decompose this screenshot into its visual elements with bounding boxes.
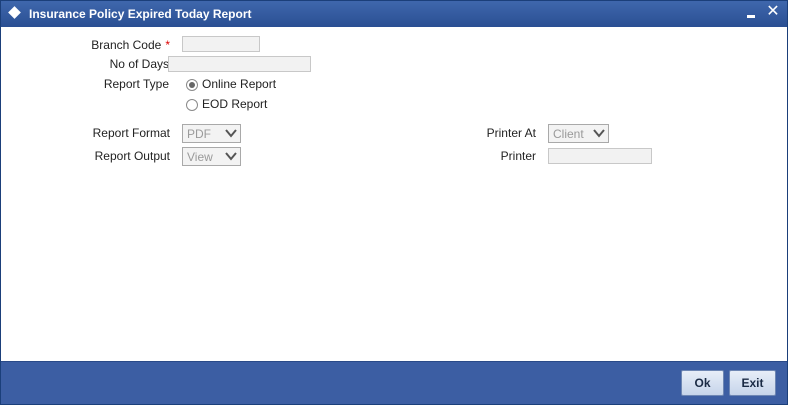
- report-format-value: PDF: [187, 127, 211, 141]
- printer-at-value: Client: [553, 127, 584, 141]
- footer-bar: Ok Exit: [1, 361, 787, 404]
- chevron-down-icon: [225, 152, 237, 161]
- branch-code-label: Branch Code *: [91, 38, 170, 52]
- report-type-label: Report Type: [103, 77, 169, 91]
- report-output-value: View: [187, 150, 213, 164]
- report-format-select[interactable]: PDF: [182, 124, 241, 143]
- required-asterisk: *: [165, 38, 170, 52]
- printer-at-label: Printer At: [486, 126, 536, 140]
- close-button[interactable]: ✕: [765, 4, 781, 22]
- branch-code-label-text: Branch Code: [91, 38, 162, 52]
- minimize-icon: [747, 15, 755, 18]
- window-diamond-icon: [8, 6, 21, 19]
- online-report-label[interactable]: Online Report: [202, 77, 276, 91]
- window-title: Insurance Policy Expired Today Report: [29, 7, 252, 21]
- title-bar[interactable]: Insurance Policy Expired Today Report ✕: [1, 1, 787, 27]
- report-window: Insurance Policy Expired Today Report ✕ …: [0, 0, 788, 405]
- exit-button[interactable]: Exit: [729, 370, 776, 396]
- chevron-down-icon: [225, 129, 237, 138]
- report-output-label: Report Output: [94, 149, 170, 163]
- ok-button[interactable]: Ok: [681, 370, 724, 396]
- printer-at-select[interactable]: Client: [548, 124, 609, 143]
- close-icon: ✕: [766, 3, 780, 20]
- minimize-button[interactable]: [743, 4, 759, 22]
- report-output-select[interactable]: View: [182, 147, 241, 166]
- branch-code-input[interactable]: [182, 36, 260, 52]
- online-report-radio[interactable]: [186, 79, 198, 91]
- eod-report-label[interactable]: EOD Report: [202, 97, 267, 111]
- printer-label: Printer: [500, 149, 536, 163]
- printer-input[interactable]: [548, 148, 652, 164]
- no-of-days-label: No of Days: [109, 57, 169, 71]
- report-format-label: Report Format: [92, 126, 170, 140]
- no-of-days-input[interactable]: [168, 56, 311, 72]
- eod-report-radio[interactable]: [186, 99, 198, 111]
- chevron-down-icon: [593, 129, 605, 138]
